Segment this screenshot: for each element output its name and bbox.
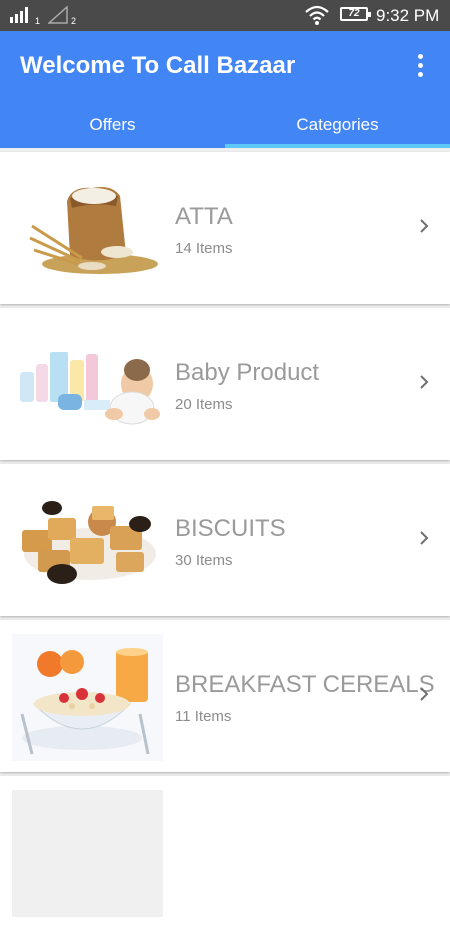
baby-products-image [12, 322, 163, 449]
category-name: ATTA [175, 203, 233, 230]
signal-strength-icon [10, 7, 28, 23]
category-item-next[interactable] [0, 776, 450, 928]
app-bar: Welcome To Call Bazaar Offers Categories [0, 31, 450, 148]
chevron-right-icon [420, 375, 429, 389]
category-count: 11 Items [175, 708, 232, 725]
battery-level: 72 [348, 8, 360, 19]
category-item-biscuits[interactable]: BISCUITS 30 Items [0, 464, 450, 616]
tab-categories[interactable]: Categories [225, 109, 450, 148]
category-name: BISCUITS [175, 515, 286, 542]
more-options-button[interactable] [404, 49, 436, 81]
chevron-right-icon [420, 531, 429, 545]
cereal-bowl-image [12, 634, 163, 761]
category-name: BREAKFAST CEREALS [175, 671, 435, 698]
battery-icon: 72 [340, 7, 371, 21]
category-item-breakfast-cereals[interactable]: BREAKFAST CEREALS 11 Items [0, 620, 450, 772]
category-name: Baby Product [175, 359, 320, 386]
category-count: 14 Items [175, 240, 233, 257]
biscuits-image [12, 478, 163, 605]
status-bar: 1 2 72 9:32 PM [0, 0, 450, 31]
flour-sack-image [12, 166, 163, 293]
category-count: 30 Items [175, 552, 233, 569]
category-item-baby-product[interactable]: Baby Product 20 Items [0, 308, 450, 460]
category-item-atta[interactable]: ATTA 14 Items [0, 152, 450, 304]
category-image-placeholder [12, 790, 163, 917]
more-vert-icon [418, 54, 423, 59]
chevron-right-icon [420, 219, 429, 233]
sim1-label: 1 [35, 16, 41, 26]
wifi-icon [305, 5, 329, 25]
no-signal-icon [48, 6, 68, 24]
tab-indicator [225, 144, 450, 148]
chevron-right-icon [420, 687, 429, 701]
status-time: 9:32 PM [376, 6, 440, 25]
sim2-label: 2 [71, 16, 77, 26]
tab-bar: Offers Categories [0, 109, 450, 148]
app-title: Welcome To Call Bazaar [20, 52, 296, 79]
tab-offers[interactable]: Offers [0, 109, 225, 148]
category-count: 20 Items [175, 396, 233, 413]
